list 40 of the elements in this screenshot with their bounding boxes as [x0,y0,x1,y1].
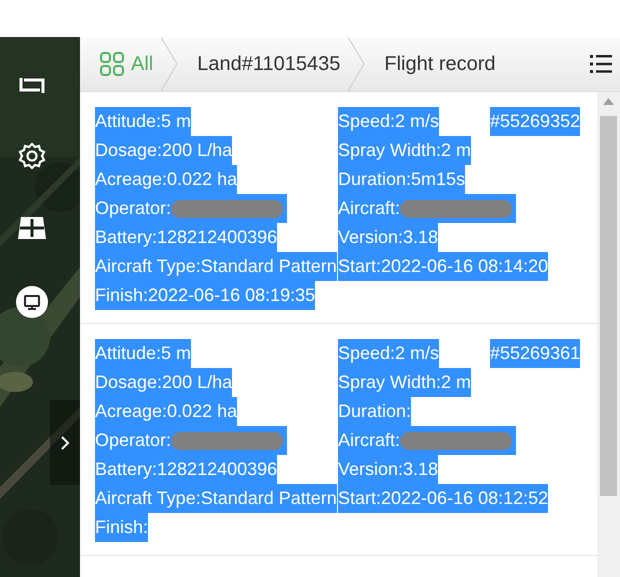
record-field: Version:3.18 [338,223,438,252]
record-field: Operator: [95,426,288,455]
record-field: Version:3.18 [338,455,438,484]
record-field: Aircraft Type:Standard Pattern [95,252,337,281]
record-field: Spray Width:2 m [338,368,472,397]
record-field: Speed:2 m/s [338,107,440,136]
record-field: Acreage:0.022 ha [95,397,238,426]
record-field: Duration:5m15s [338,165,466,194]
scrollbar-thumb[interactable] [600,116,617,496]
chevron-right-icon [60,434,70,450]
record-field: Battery:128212400396 [95,223,278,252]
record-field: Speed:2 m/s [338,339,440,368]
record-field: Dosage:200 L/ha [95,368,232,397]
breadcrumb-separator [348,37,366,91]
record-field: Aircraft Type:Standard Pattern [95,484,337,513]
grid-field-icon[interactable] [17,216,47,240]
record-field: Finish:2022-06-16 08:19:35 [95,281,316,310]
record-id: #55269361 [490,339,580,368]
record-field: Aircraft: [338,194,516,223]
record-field: Start:2022-06-16 08:14:20 [338,252,548,281]
breadcrumb-link[interactable]: Land#11015435 [197,37,340,91]
record-field: Attitude:5 m [95,107,192,136]
record-field: Spray Width:2 m [338,136,472,165]
record-field: Aircraft: [338,426,516,455]
menu-icon[interactable] [590,54,612,74]
record-field: Battery:128212400396 [95,455,278,484]
breadcrumb-separator [161,37,180,91]
record-field: Finish: [95,513,148,542]
record-field: Operator: [95,194,288,223]
scrollbar[interactable] [597,92,620,577]
breadcrumb-link[interactable]: Flight record [384,37,496,91]
record-field: Dosage:200 L/ha [95,136,232,165]
grid-icon [100,52,124,76]
settings-icon[interactable] [18,142,46,170]
monitor-icon[interactable] [16,286,48,318]
record-field: Duration: [338,397,412,426]
record-field: Start:2022-06-16 08:12:52 [338,484,548,513]
record-id: #55269352 [490,107,580,136]
record-field: Attitude:5 m [95,339,192,368]
record-field: Acreage:0.022 ha [95,165,238,194]
